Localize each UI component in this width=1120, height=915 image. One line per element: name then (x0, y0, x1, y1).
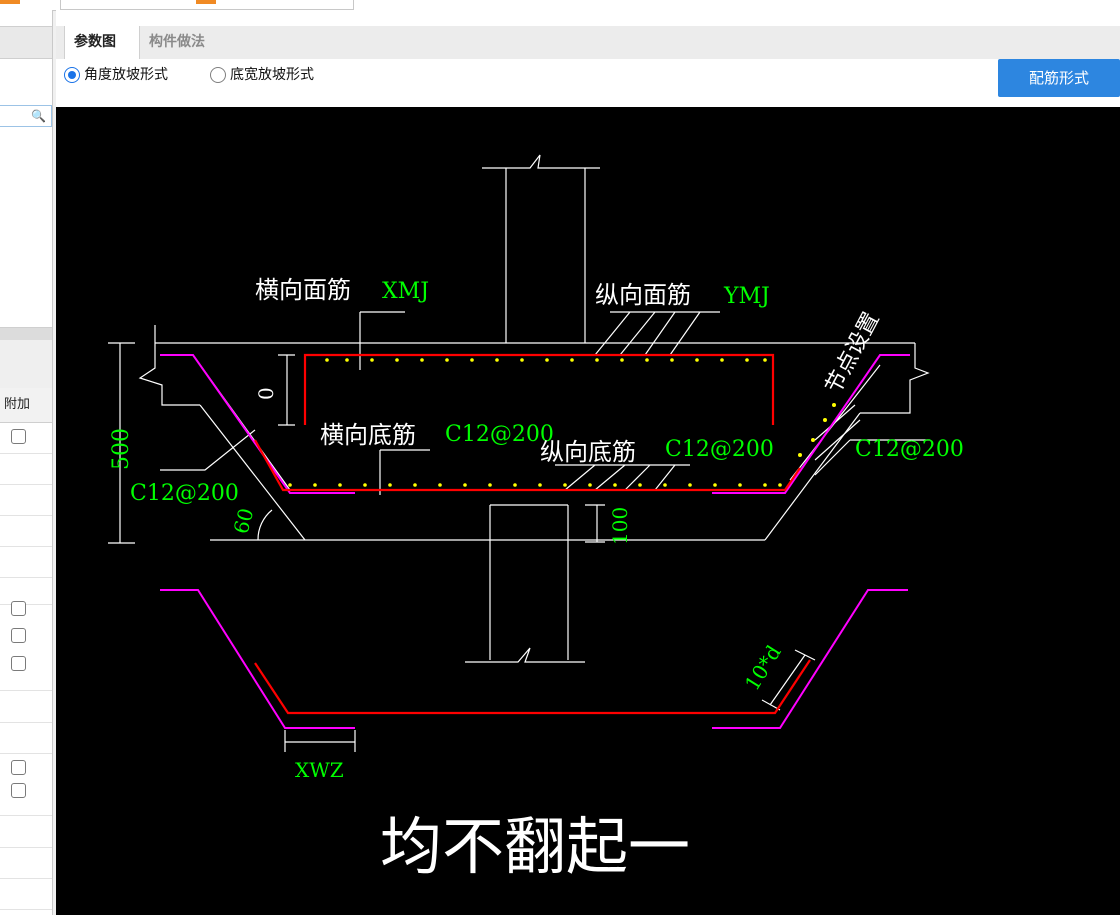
table-row[interactable] (0, 650, 52, 691)
table-row[interactable] (0, 484, 52, 516)
label-c12-left: C12@200 (130, 481, 239, 506)
label-xwz: XWZ (295, 758, 344, 782)
label-node-settings: 节点设置 (821, 308, 884, 397)
tab-parameter-diagram[interactable]: 参数图 (64, 26, 140, 59)
leader-hdj (379, 449, 430, 495)
radio-angle-slope-label[interactable]: 角度放坡形式 (84, 65, 168, 85)
title-accent-2 (196, 0, 216, 4)
label-dim-100: 100 (608, 507, 632, 545)
right-slope-rebar (712, 354, 910, 494)
pier-bottom-break (465, 647, 585, 663)
label-zdj-cn: 纵向底筋 (540, 438, 636, 466)
component-list[interactable] (0, 127, 52, 328)
checkbox[interactable] (11, 601, 26, 616)
leader-ymj (594, 311, 720, 356)
rebar-form-button[interactable]: 配筋形式 (998, 59, 1120, 97)
tab-component-method[interactable]: 构件做法 (140, 26, 230, 59)
table-row[interactable] (0, 546, 52, 578)
table-row[interactable] (0, 878, 52, 910)
label-hdj-code: C12@200 (445, 422, 554, 447)
table-row[interactable] (0, 753, 52, 777)
table-row[interactable] (0, 847, 52, 879)
properties-toolbar (0, 340, 52, 389)
label-angle-60: 60 (229, 505, 259, 536)
left-panel-header (0, 26, 52, 59)
left-break (138, 325, 200, 406)
lower-right-rebar (712, 589, 908, 729)
table-row[interactable] (0, 777, 52, 816)
table-row[interactable] (0, 577, 52, 616)
right-panel: 参数图 构件做法 角度放坡形式 底宽放坡形式 配筋形式 横向面筋 XMJ 纵向面… (56, 10, 1120, 915)
table-row[interactable] (0, 453, 52, 485)
label-dim-10d: 10*d (740, 641, 786, 695)
table-row[interactable] (0, 422, 52, 454)
rebar-diagram: 横向面筋 XMJ 纵向面筋 YMJ 节点设置 0 500 C12@200 横向底… (108, 154, 964, 883)
table-row[interactable] (0, 691, 52, 723)
label-ymj-code: YMJ (723, 284, 770, 309)
caption-text: 均不翻起一 (380, 810, 690, 883)
label-zdj-code: C12@200 (665, 437, 774, 462)
table-row[interactable] (0, 626, 52, 650)
checkbox[interactable] (11, 656, 26, 671)
radio-width-slope[interactable] (210, 67, 226, 83)
label-xmj-code: XMJ (382, 279, 429, 304)
leader-xmj (359, 311, 405, 370)
label-xmj-cn: 横向面筋 (255, 276, 351, 304)
checkbox[interactable] (11, 783, 26, 798)
column-header-extra: 附加 (0, 388, 52, 423)
table-row[interactable] (0, 722, 52, 754)
parameter-diagram-canvas[interactable]: 横向面筋 XMJ 纵向面筋 YMJ 节点设置 0 500 C12@200 横向底… (56, 107, 1120, 915)
tab-bar: 参数图 构件做法 (56, 26, 1120, 60)
leader-zdj (555, 464, 690, 491)
search-icon[interactable]: 🔍 (31, 109, 46, 123)
column-header-label: 附加 (4, 397, 31, 412)
checkbox[interactable] (11, 628, 26, 643)
lower-left-rebar (160, 589, 355, 729)
splitter[interactable] (0, 328, 52, 340)
label-c12-right: C12@200 (855, 437, 964, 462)
checkbox[interactable] (11, 760, 26, 775)
search-input[interactable]: 🔍 (0, 105, 52, 127)
label-ymj-cn: 纵向面筋 (595, 281, 691, 309)
left-panel: 🔍 附加 (0, 10, 53, 915)
option-bar: 角度放坡形式 底宽放坡形式 配筋形式 (56, 59, 1120, 107)
angle-arc (257, 509, 273, 541)
table-row[interactable] (0, 515, 52, 547)
checkbox[interactable] (11, 429, 26, 444)
label-hdj-cn: 横向底筋 (320, 421, 416, 449)
label-dim-500: 500 (109, 428, 134, 470)
radio-width-slope-label[interactable]: 底宽放坡形式 (230, 65, 314, 85)
title-accent (0, 0, 20, 4)
lower-bottom-rebar (254, 659, 811, 715)
radio-angle-slope[interactable] (64, 67, 80, 83)
column-top-break (482, 154, 600, 169)
label-dim-zero: 0 (254, 387, 278, 400)
table-row[interactable] (0, 816, 52, 848)
top-rebar (303, 353, 775, 425)
leader-c12-left (160, 429, 256, 471)
